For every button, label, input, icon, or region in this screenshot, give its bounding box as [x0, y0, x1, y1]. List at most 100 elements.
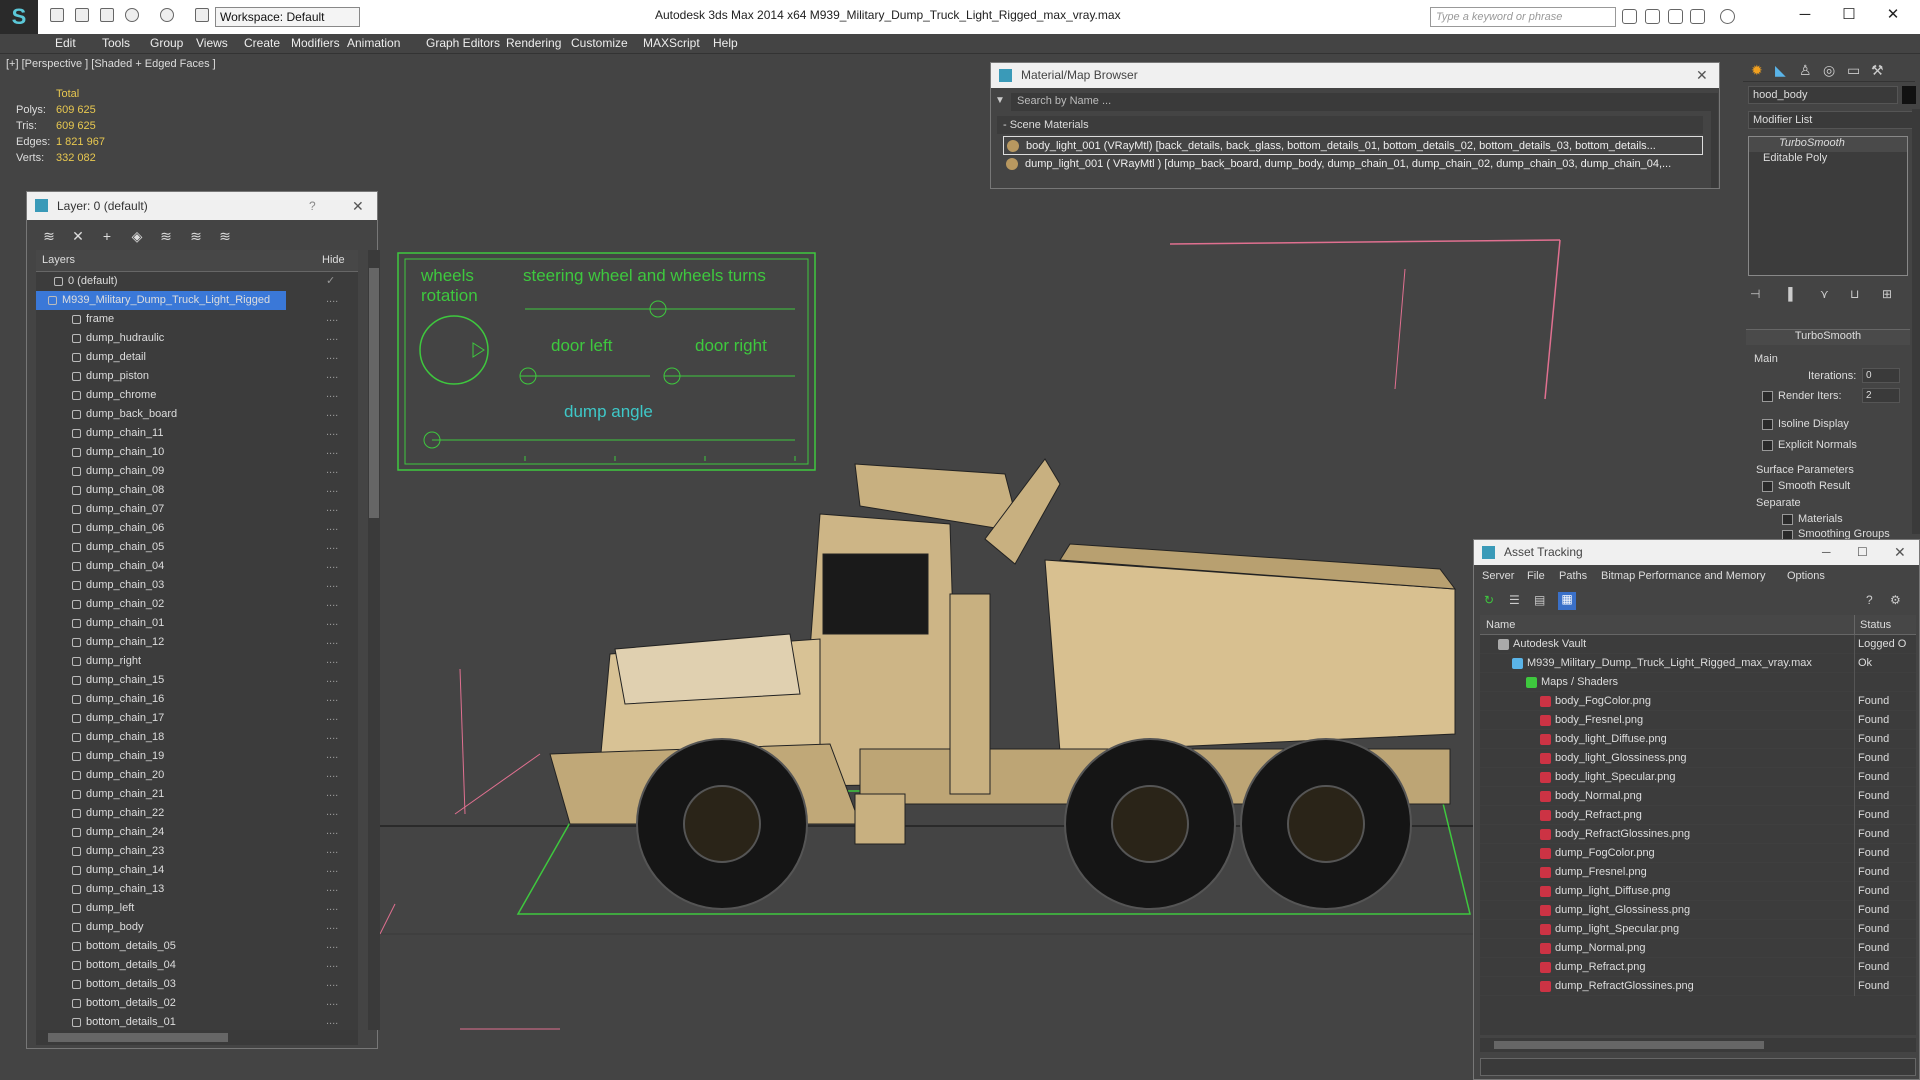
layer-row[interactable]: dump_chain_01.... [36, 614, 358, 633]
hide-toggle[interactable]: .... [326, 369, 338, 381]
make-unique-icon[interactable]: ⋎ [1820, 287, 1829, 301]
hide-toggle[interactable]: .... [326, 426, 338, 438]
asset-settings-icon[interactable]: ⚙ [1890, 593, 1901, 607]
configure-modifier-sets-icon[interactable]: ⊞ [1882, 287, 1892, 301]
stack-turbosmooth[interactable]: TurboSmooth [1749, 137, 1907, 152]
layer-row[interactable]: bottom_details_04.... [36, 956, 358, 975]
layer-row[interactable]: dump_chain_14.... [36, 861, 358, 880]
hide-toggle[interactable]: .... [326, 350, 338, 362]
layer-vertical-scrollbar[interactable] [368, 250, 380, 1030]
layer-help-button[interactable]: ? [309, 192, 316, 220]
layer-row[interactable]: 0 (default) ✓ [36, 272, 358, 291]
layer-row[interactable]: dump_chain_05.... [36, 538, 358, 557]
hide-toggle[interactable]: .... [326, 559, 338, 571]
command-panel-tabs[interactable]: ✹ ◣ ♙ ◎ ▭ ⚒ [1743, 58, 1915, 82]
layer-row[interactable]: dump_chain_15.... [36, 671, 358, 690]
asset-row[interactable]: Maps / Shaders [1480, 673, 1916, 692]
asset-row[interactable]: body_Fresnel.png Found [1480, 711, 1916, 730]
material-item[interactable]: dump_light_001 ( VRayMtl ) [dump_back_bo… [1003, 155, 1703, 174]
asset-menu-paths[interactable]: Paths [1559, 570, 1587, 582]
add-to-layer-icon[interactable]: + [99, 228, 115, 244]
hide-toggle[interactable]: .... [326, 1015, 338, 1027]
menu-help[interactable]: Help [713, 36, 738, 50]
material-item[interactable]: body_light_001 (VRayMtl) [back_details, … [1003, 136, 1703, 155]
isoline-display-checkbox[interactable] [1762, 419, 1773, 430]
asset-row[interactable]: dump_Refract.png Found [1480, 958, 1916, 977]
asset-row[interactable]: body_Normal.png Found [1480, 787, 1916, 806]
hide-toggle[interactable]: .... [326, 920, 338, 932]
hierarchy-tab-icon[interactable]: ♙ [1799, 62, 1812, 79]
layer-row[interactable]: bottom_details_01.... [36, 1013, 358, 1030]
utilities-tab-icon[interactable]: ⚒ [1871, 62, 1884, 79]
layer-row[interactable]: dump_chain_17.... [36, 709, 358, 728]
binoculars-icon[interactable] [1622, 9, 1637, 24]
maximize-button[interactable]: ☐ [1837, 4, 1861, 26]
layer-row[interactable]: dump_chain_09.... [36, 462, 358, 481]
hide-toggle[interactable]: .... [326, 654, 338, 666]
layer-horizontal-scrollbar[interactable] [36, 1030, 358, 1045]
layer-row[interactable]: dump_chain_11.... [36, 424, 358, 443]
hide-toggle[interactable]: .... [326, 502, 338, 514]
asset-row[interactable]: body_RefractGlossines.png Found [1480, 825, 1916, 844]
object-name-field[interactable]: hood_body [1748, 86, 1898, 104]
iterations-spinner[interactable]: 0 [1862, 368, 1900, 383]
hide-toggle[interactable]: .... [326, 996, 338, 1008]
viewport-label[interactable]: [+] [Perspective ] [Shaded + Edged Faces… [6, 58, 216, 70]
hide-toggle[interactable]: .... [326, 616, 338, 628]
layer-row[interactable]: dump_chrome.... [36, 386, 358, 405]
layer-row[interactable]: dump_chain_19.... [36, 747, 358, 766]
layer-row[interactable]: dump_chain_02.... [36, 595, 358, 614]
layer-row[interactable]: dump_left.... [36, 899, 358, 918]
hide-toggle[interactable]: .... [326, 692, 338, 704]
layer-row[interactable]: dump_body.... [36, 918, 358, 937]
asset-minimize-button[interactable]: ─ [1822, 540, 1831, 565]
menu-animation[interactable]: Animation [347, 36, 400, 50]
asset-row[interactable]: dump_light_Glossiness.png Found [1480, 901, 1916, 920]
table-view-icon[interactable]: ▤ [1534, 593, 1545, 607]
menu-maxscript[interactable]: MAXScript [643, 36, 700, 50]
delete-layer-icon[interactable]: ✕ [70, 228, 86, 244]
menu-views[interactable]: Views [196, 36, 228, 50]
motion-tab-icon[interactable]: ◎ [1823, 62, 1835, 79]
layer-row[interactable]: dump_chain_18.... [36, 728, 358, 747]
hide-toggle[interactable]: .... [326, 293, 338, 305]
layer-row[interactable]: dump_chain_10.... [36, 443, 358, 462]
hide-toggle[interactable]: .... [326, 844, 338, 856]
layer-row[interactable]: bottom_details_02.... [36, 994, 358, 1013]
modifier-list-dropdown[interactable]: Modifier List [1748, 111, 1916, 129]
hide-toggle[interactable]: .... [326, 331, 338, 343]
layer-row[interactable]: dump_chain_20.... [36, 766, 358, 785]
menu-create[interactable]: Create [244, 36, 280, 50]
hide-toggle[interactable]: .... [326, 597, 338, 609]
layer-row[interactable]: dump_hudraulic.... [36, 329, 358, 348]
layer-close-button[interactable]: ✕ [352, 192, 364, 220]
hide-toggle[interactable]: .... [326, 958, 338, 970]
menu-group[interactable]: Group [150, 36, 183, 50]
turbosmooth-rollout[interactable]: TurboSmooth [1746, 329, 1910, 345]
menu-customize[interactable]: Customize [571, 36, 628, 50]
asset-horizontal-scrollbar[interactable] [1480, 1038, 1916, 1052]
project-folder-icon[interactable] [195, 8, 209, 22]
layer-row[interactable]: dump_piston.... [36, 367, 358, 386]
stack-editable-poly[interactable]: Editable Poly [1749, 152, 1907, 167]
list-view-icon[interactable]: ☰ [1509, 593, 1520, 607]
render-iters-spinner[interactable]: 2 [1862, 388, 1900, 403]
asset-row[interactable]: dump_Normal.png Found [1480, 939, 1916, 958]
hide-toggle[interactable]: .... [326, 977, 338, 989]
hide-toggle[interactable]: .... [326, 863, 338, 875]
app-logo-icon[interactable]: S [0, 0, 38, 34]
asset-list[interactable]: Name Status Autodesk Vault Logged O M939_M… [1480, 615, 1916, 1035]
workspace-dropdown[interactable]: Workspace: Default [215, 7, 360, 27]
new-file-icon[interactable] [50, 8, 64, 22]
highlight-layer-icon[interactable]: ≋ [158, 228, 174, 244]
modify-tab-icon[interactable]: ◣ [1775, 62, 1786, 79]
hide-toggle[interactable]: .... [326, 806, 338, 818]
layer-row[interactable]: dump_chain_24.... [36, 823, 358, 842]
layer-row[interactable]: dump_chain_06.... [36, 519, 358, 538]
open-file-icon[interactable] [75, 8, 89, 22]
layer-row[interactable]: dump_chain_08.... [36, 481, 358, 500]
hide-toggle[interactable]: .... [326, 749, 338, 761]
favorites-star-icon[interactable] [1690, 9, 1705, 24]
hide-column-header[interactable]: Hide [322, 254, 345, 266]
redo-icon[interactable] [160, 8, 174, 22]
